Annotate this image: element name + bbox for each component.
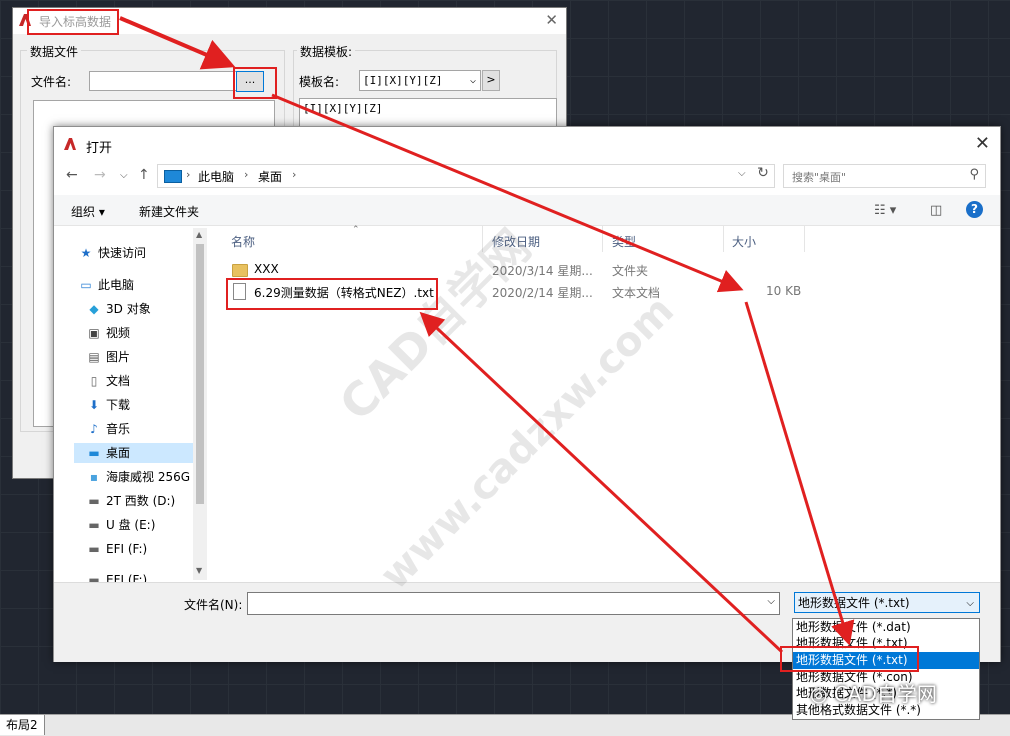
annotation-arrows <box>119 16 855 654</box>
arrow-filetype-to-file <box>419 311 784 654</box>
arrow-browse-to-size <box>271 93 744 293</box>
arrow-size-to-filetype <box>744 301 855 646</box>
arrow-title-to-browse <box>119 16 236 70</box>
